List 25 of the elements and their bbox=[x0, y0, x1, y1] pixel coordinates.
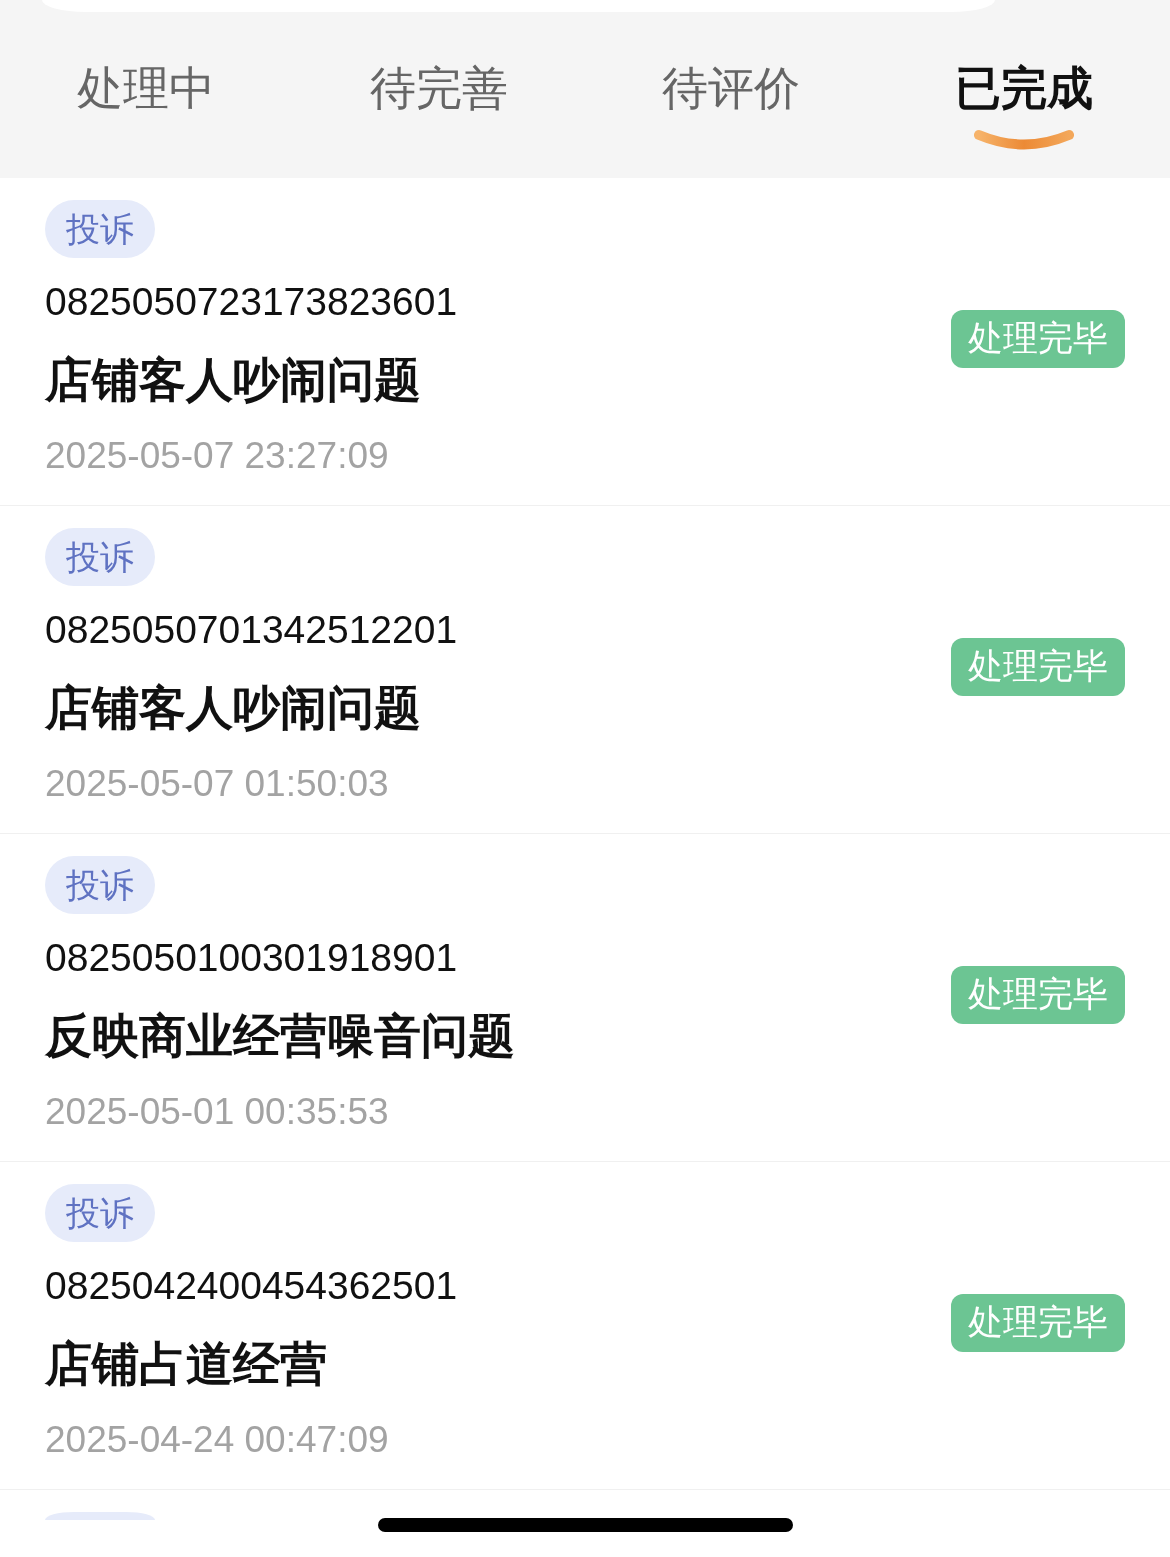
ticket-number: 0825050701342512201 bbox=[45, 607, 458, 652]
tab-underline-icon bbox=[973, 128, 1074, 152]
ticket-time: 2025-05-07 23:27:09 bbox=[45, 433, 389, 478]
ticket-time: 2025-05-01 00:35:53 bbox=[45, 1089, 389, 1134]
status-badge: 处理完毕 bbox=[951, 637, 1125, 696]
ticket-time: 2025-04-24 00:47:09 bbox=[45, 1417, 389, 1462]
category-tag: 投诉 bbox=[45, 1183, 155, 1242]
category-tag: 投诉 bbox=[45, 199, 155, 258]
ticket-time: 2025-05-07 01:50:03 bbox=[45, 761, 389, 806]
ticket-number: 0825042400454362501 bbox=[45, 1263, 458, 1308]
ticket-title: 店铺客人吵闹问题 bbox=[45, 679, 421, 736]
category-tag: 投诉 bbox=[45, 855, 155, 914]
ticket-title: 反映商业经营噪音问题 bbox=[45, 1007, 515, 1064]
tab[interactable]: 待评价 bbox=[585, 12, 878, 178]
ticket-number: 0825050100301918901 bbox=[45, 935, 458, 980]
tab[interactable]: 处理中 bbox=[0, 12, 293, 178]
ticket-title: 店铺占道经营 bbox=[45, 1335, 327, 1392]
ticket-number: 0825050723173823601 bbox=[45, 279, 458, 324]
tab[interactable]: 已完成 bbox=[877, 12, 1170, 178]
status-badge: 处理完毕 bbox=[951, 965, 1125, 1024]
category-tag: 投诉 bbox=[45, 527, 155, 586]
status-badge: 处理完毕 bbox=[951, 309, 1125, 368]
status-badge: 处理完毕 bbox=[951, 1293, 1125, 1352]
ticket-title: 店铺客人吵闹问题 bbox=[45, 351, 421, 408]
tab[interactable]: 待完善 bbox=[292, 12, 585, 178]
